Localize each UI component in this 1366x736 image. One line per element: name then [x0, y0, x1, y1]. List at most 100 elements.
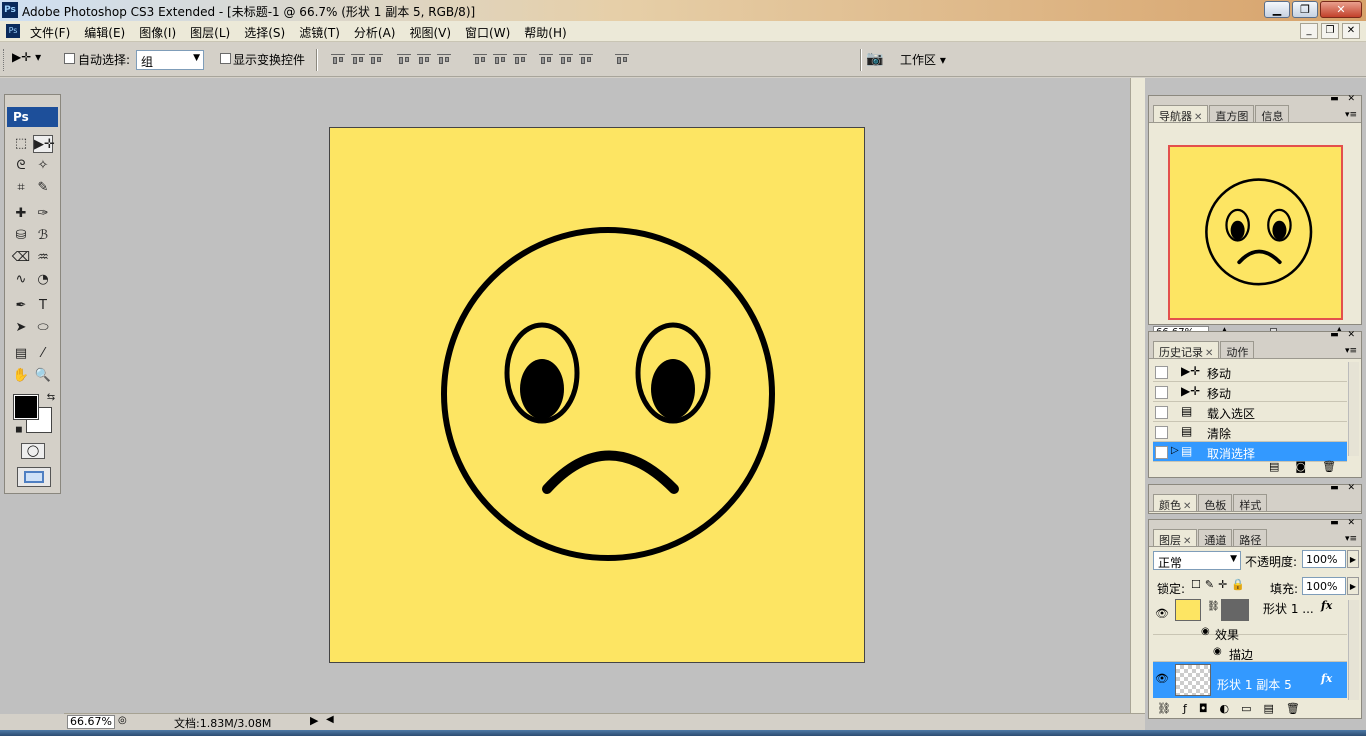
panel-tab[interactable]: 导航器 ✕ [1153, 105, 1209, 123]
menu-item[interactable]: 图像(I) [139, 24, 176, 41]
blend-mode-dropdown[interactable]: 正常 ▼ [1153, 551, 1241, 570]
minimize-button[interactable]: ▁ [1264, 1, 1290, 18]
history-checkbox[interactable] [1155, 366, 1168, 379]
panel-tab[interactable]: 样式 [1233, 494, 1268, 512]
crop-tool-icon[interactable]: ⌗ [11, 179, 31, 197]
align-distribute-icon[interactable] [350, 52, 366, 66]
lock-buttons-icon[interactable]: ☐✎✛🔒 [1191, 578, 1249, 591]
doc-restore-button[interactable]: ❐ [1321, 23, 1339, 39]
align-distribute-icon[interactable] [396, 52, 412, 66]
panel-menu-icon[interactable]: ▾≡ [1345, 346, 1357, 356]
doc-minimize-button[interactable]: _ [1300, 23, 1318, 39]
panel-tab[interactable]: 颜色 ✕ [1153, 494, 1198, 512]
notes-tool-icon[interactable]: ▤ [11, 345, 31, 363]
history-checkbox[interactable] [1155, 406, 1168, 419]
healing-brush-icon[interactable]: ✚ [11, 205, 31, 223]
effects-eye-icon[interactable]: ◉ [1201, 626, 1210, 637]
foreground-color-swatch[interactable] [13, 394, 39, 420]
hand-tool-icon[interactable]: ✋ [11, 367, 31, 385]
slice-tool-icon[interactable]: ✎ [33, 179, 53, 197]
panel-tab[interactable]: 直方图 [1209, 105, 1255, 123]
align-distribute-icon[interactable] [492, 52, 508, 66]
menu-item[interactable]: 编辑(E) [84, 24, 125, 41]
auto-select-checkbox[interactable] [64, 53, 75, 64]
tool-preset-picker[interactable]: ▶✛ ▾ [12, 50, 52, 70]
eraser-tool-icon[interactable]: ⌫ [11, 249, 31, 267]
history-scrollbar[interactable] [1348, 362, 1359, 456]
fill-arrow-icon[interactable]: ▶ [1347, 577, 1359, 595]
doc-close-button[interactable]: ✕ [1342, 23, 1360, 39]
magic-wand-icon[interactable]: ✧ [33, 157, 53, 175]
layers-footer-buttons[interactable]: ⛓ƒ◘◐▭▤🗑 [1157, 702, 1312, 715]
align-distribute-icon[interactable] [416, 52, 432, 66]
navigator-preview[interactable] [1168, 145, 1343, 320]
tab-close-icon[interactable]: ✕ [1194, 112, 1202, 123]
vertical-scrollbar[interactable] [1130, 78, 1145, 714]
history-checkbox[interactable] [1155, 426, 1168, 439]
align-distribute-icon[interactable] [614, 52, 630, 66]
hscroll-left-icon[interactable]: ◀ [326, 714, 334, 725]
status-menu-arrow-icon[interactable]: ▶ [310, 714, 318, 727]
menu-item[interactable]: 帮助(H) [524, 24, 566, 41]
eyedropper-icon[interactable]: ⁄ [33, 345, 53, 363]
history-brush-icon[interactable]: ℬ [33, 227, 53, 245]
history-item[interactable]: ▤ 清除 [1153, 422, 1347, 442]
layer-row-selected[interactable]: 👁 形状 1 副本 5 fx [1153, 662, 1347, 698]
tool-presets-icon[interactable]: 📷 [866, 51, 883, 67]
canvas-area[interactable] [64, 78, 1130, 714]
workspace-button[interactable]: 工作区 ▾ [900, 51, 946, 68]
zoom-field[interactable]: 66.67% [67, 715, 115, 729]
layer-stroke-row[interactable]: ◉ 描边 [1153, 644, 1347, 662]
layers-scrollbar[interactable] [1348, 600, 1359, 700]
align-distribute-icon[interactable] [330, 52, 346, 66]
history-footer-buttons[interactable]: ▤◙🗑 [1269, 460, 1352, 473]
history-item[interactable]: ▶✛ 移动 [1153, 362, 1347, 382]
menu-item[interactable]: 选择(S) [244, 24, 285, 41]
menu-item[interactable]: 文件(F) [30, 24, 70, 41]
maximize-button[interactable]: ❐ [1292, 1, 1318, 18]
align-distribute-icon[interactable] [368, 52, 384, 66]
document-canvas[interactable] [329, 127, 865, 663]
align-distribute-icon[interactable] [558, 52, 574, 66]
menu-item[interactable]: 图层(L) [190, 24, 230, 41]
tab-close-icon[interactable]: ✕ [1183, 536, 1191, 547]
panel-menu-icon[interactable]: ▾≡ [1345, 534, 1357, 544]
align-distribute-icon[interactable] [538, 52, 554, 66]
pen-tool-icon[interactable]: ✒ [11, 297, 31, 315]
panel-menu-icon[interactable]: ▾≡ [1345, 110, 1357, 120]
menu-item[interactable]: 窗口(W) [465, 24, 510, 41]
panel-tab[interactable]: 色板 [1198, 494, 1233, 512]
shape-tool-icon[interactable]: ⬭ [33, 319, 53, 337]
panel-tab[interactable]: 通道 [1198, 529, 1233, 547]
document-menu-icon[interactable]: Ps [6, 24, 20, 38]
stroke-eye-icon[interactable]: ◉ [1213, 646, 1222, 657]
opacity-field[interactable]: 100% [1302, 550, 1346, 568]
menu-item[interactable]: 视图(V) [409, 24, 451, 41]
options-grip[interactable] [3, 49, 6, 71]
paint-bucket-icon[interactable]: ♒ [33, 249, 53, 267]
marquee-tool-icon[interactable]: ⬚ [11, 135, 31, 153]
auto-select-dropdown[interactable]: 组 ▼ [136, 50, 204, 70]
history-checkbox[interactable] [1155, 386, 1168, 399]
default-colors-icon[interactable]: ◼ [9, 421, 29, 439]
tab-close-icon[interactable]: ✕ [1205, 348, 1213, 359]
panel-tab[interactable]: 历史记录 ✕ [1153, 341, 1220, 359]
align-distribute-icon[interactable] [472, 52, 488, 66]
brush-tool-icon[interactable]: ✑ [33, 205, 53, 223]
close-button[interactable]: ✕ [1320, 1, 1362, 18]
history-checkbox[interactable] [1155, 446, 1168, 459]
history-item[interactable]: ▶✛ 移动 [1153, 382, 1347, 402]
panel-tab[interactable]: 图层 ✕ [1153, 529, 1198, 547]
panel-controls-icon[interactable]: ▬ ✕ [1330, 330, 1358, 340]
opacity-arrow-icon[interactable]: ▶ [1347, 550, 1359, 568]
path-select-icon[interactable]: ➤ [11, 319, 31, 337]
layer-visibility-eye-icon[interactable]: 👁 [1155, 672, 1169, 685]
panel-controls-icon[interactable]: ▬ ✕ [1330, 483, 1358, 493]
move-tool-icon[interactable]: ▶✛ [33, 135, 55, 153]
swap-colors-icon[interactable]: ⇆ [41, 389, 61, 407]
blur-tool-icon[interactable]: ∿ [11, 271, 31, 289]
fill-field[interactable]: 100% [1302, 577, 1346, 595]
zoom-tool-icon[interactable]: 🔍 [33, 367, 53, 385]
history-item[interactable]: ▷ ▤ 取消选择 [1153, 442, 1347, 462]
tab-close-icon[interactable]: ✕ [1183, 501, 1191, 512]
